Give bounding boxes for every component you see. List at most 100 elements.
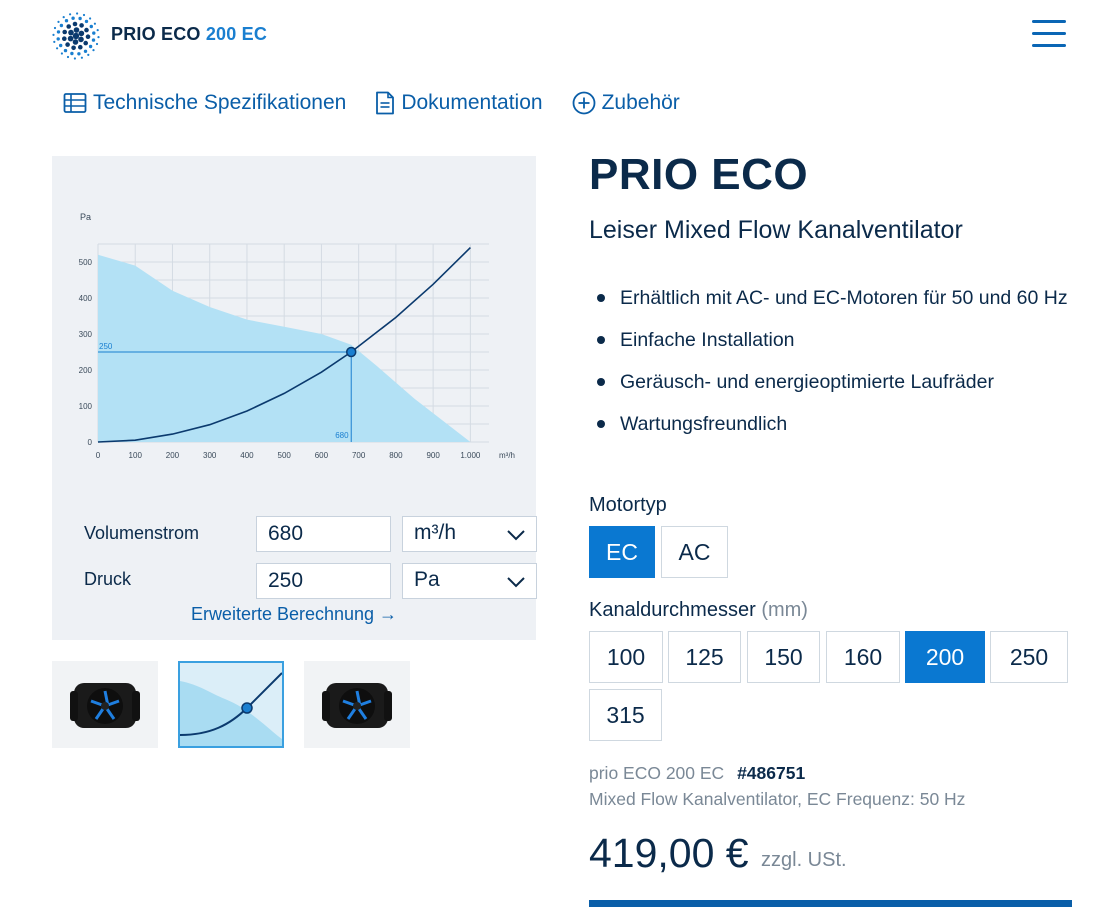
y-axis-label: Pa xyxy=(80,212,91,222)
feature-list: Erhältlich mit AC- und EC-Motoren für 50… xyxy=(589,280,1089,448)
logo-dot xyxy=(59,23,64,28)
pressure-input[interactable]: 250 xyxy=(256,563,391,599)
diameter-option-125[interactable]: 125 xyxy=(668,631,741,683)
logo-dot xyxy=(78,36,84,43)
y-tick-label: 200 xyxy=(79,366,93,375)
sku-line: prio ECO 200 EC #486751 xyxy=(589,763,805,784)
x-tick-label: 800 xyxy=(389,451,403,460)
fan-product-image xyxy=(322,683,392,728)
logo-dot xyxy=(52,33,55,36)
product-description: Mixed Flow Kanalventilator, EC Frequenz:… xyxy=(589,789,966,809)
logo-dot xyxy=(83,40,88,46)
price-note: zzgl. USt. xyxy=(761,849,847,871)
logo-dot xyxy=(62,16,65,19)
logo-dot xyxy=(63,48,68,53)
logo-dot xyxy=(70,51,74,56)
logo-text[interactable]: PRIO ECO 200 EC xyxy=(111,24,267,45)
logo-dot xyxy=(67,35,74,42)
logo-dot xyxy=(68,29,74,36)
product-subtitle: Leiser Mixed Flow Kanalventilator xyxy=(589,216,963,244)
thumbnail-fan-2[interactable] xyxy=(304,661,410,748)
chart-thumbnail-image xyxy=(179,672,283,746)
logo-name: PRIO ECO xyxy=(111,24,201,44)
operating-point-marker xyxy=(345,346,357,358)
diameter-option-200[interactable]: 200 xyxy=(905,631,985,683)
logo-dot xyxy=(76,12,79,15)
logo-dot xyxy=(92,49,95,52)
pressure-unit-value: Pa xyxy=(414,568,440,591)
logo-dot xyxy=(56,37,60,41)
logo-dot xyxy=(62,29,67,35)
logo-dot xyxy=(65,42,70,47)
logo-dot xyxy=(73,57,76,60)
y-tick-label: 100 xyxy=(79,402,93,411)
tab-accessories[interactable]: Zubehör xyxy=(572,88,680,118)
product-title: PRIO ECO xyxy=(589,150,809,199)
logo-dot xyxy=(66,24,71,29)
tab-documentation[interactable]: Dokumentation xyxy=(375,88,543,118)
diameter-option-250[interactable]: 250 xyxy=(990,631,1068,683)
advanced-calculation-link[interactable]: Erweiterte Berechnung → xyxy=(52,604,536,625)
logo-dot xyxy=(87,53,90,57)
logo-dot xyxy=(97,36,100,39)
logo-model: 200 EC xyxy=(205,24,268,44)
feature-item: Geräusch- und energieoptimierte Laufräde… xyxy=(589,364,1089,401)
logo-dot xyxy=(71,45,76,51)
logo-dot xyxy=(59,43,63,48)
logo-dot xyxy=(56,47,59,50)
x-tick-label: 100 xyxy=(129,451,143,460)
logo-dot xyxy=(93,22,96,25)
logo-dot xyxy=(62,36,67,41)
logo-dot xyxy=(72,39,79,45)
y-tick-label: 300 xyxy=(79,330,93,339)
chevron-down-icon xyxy=(507,577,525,588)
logo-dot xyxy=(82,13,86,17)
x-tick-label: 900 xyxy=(426,451,440,460)
pressure-label: Druck xyxy=(84,569,132,589)
flow-unit-select[interactable]: m³/h xyxy=(402,516,537,552)
thumbnail-chart[interactable] xyxy=(178,661,284,748)
logo-dot xyxy=(60,52,63,55)
table-icon xyxy=(63,93,87,113)
x-tick-label: 600 xyxy=(315,451,329,460)
x-tick-label: 0 xyxy=(96,451,101,460)
x-tick-label: 400 xyxy=(240,451,254,460)
operating-point-pressure-label: 250 xyxy=(99,342,113,351)
diameter-option-160[interactable]: 160 xyxy=(826,631,900,683)
pressure-unit-select[interactable]: Pa xyxy=(402,563,537,599)
x-tick-label: 300 xyxy=(203,451,217,460)
hamburger-menu-icon[interactable] xyxy=(1032,20,1066,50)
diameter-label-text: Kanaldurchmesser xyxy=(589,599,756,621)
y-tick-label: 0 xyxy=(88,438,93,447)
logo-dot xyxy=(80,56,83,59)
thumbnail-fan-1[interactable] xyxy=(52,661,158,748)
logo-dot xyxy=(73,27,80,33)
flow-input[interactable]: 680 xyxy=(256,516,391,552)
plus-circle-icon xyxy=(572,91,595,115)
logo-icon[interactable] xyxy=(52,12,100,60)
diameter-label: Kanaldurchmesser (mm) xyxy=(589,599,808,622)
x-tick-label: 200 xyxy=(166,451,180,460)
logo-dot xyxy=(83,49,88,53)
add-to-cart-button[interactable] xyxy=(589,900,1072,907)
logo-dot xyxy=(53,40,56,43)
diameter-option-150[interactable]: 150 xyxy=(747,631,820,683)
motor-option-ac[interactable]: AC xyxy=(661,526,728,578)
diameter-option-100[interactable]: 100 xyxy=(589,631,663,683)
tab-label: Dokumentation xyxy=(401,91,543,114)
feature-item: Einfache Installation xyxy=(589,322,1089,359)
logo-dot xyxy=(92,31,96,35)
x-tick-label: 1.000 xyxy=(460,451,481,460)
logo-dot xyxy=(84,27,89,33)
logo-dot xyxy=(72,32,80,40)
tab-label: Zubehör xyxy=(601,91,680,114)
flow-unit-value: m³/h xyxy=(414,521,456,544)
logo-dot xyxy=(78,16,82,21)
logo-dot xyxy=(72,21,78,27)
fan-product-image xyxy=(70,683,140,728)
diameter-option-315[interactable]: 315 xyxy=(589,689,662,741)
performance-chart-card: Pa m³/h 0 100 200 300 400 500 0 100 200 300 400 500 60… xyxy=(52,156,537,640)
operating-point-flow-label: 680 xyxy=(335,431,349,440)
motor-option-ec[interactable]: EC xyxy=(589,526,655,578)
tab-technical-specs[interactable]: Technische Spezifikationen xyxy=(63,88,346,118)
